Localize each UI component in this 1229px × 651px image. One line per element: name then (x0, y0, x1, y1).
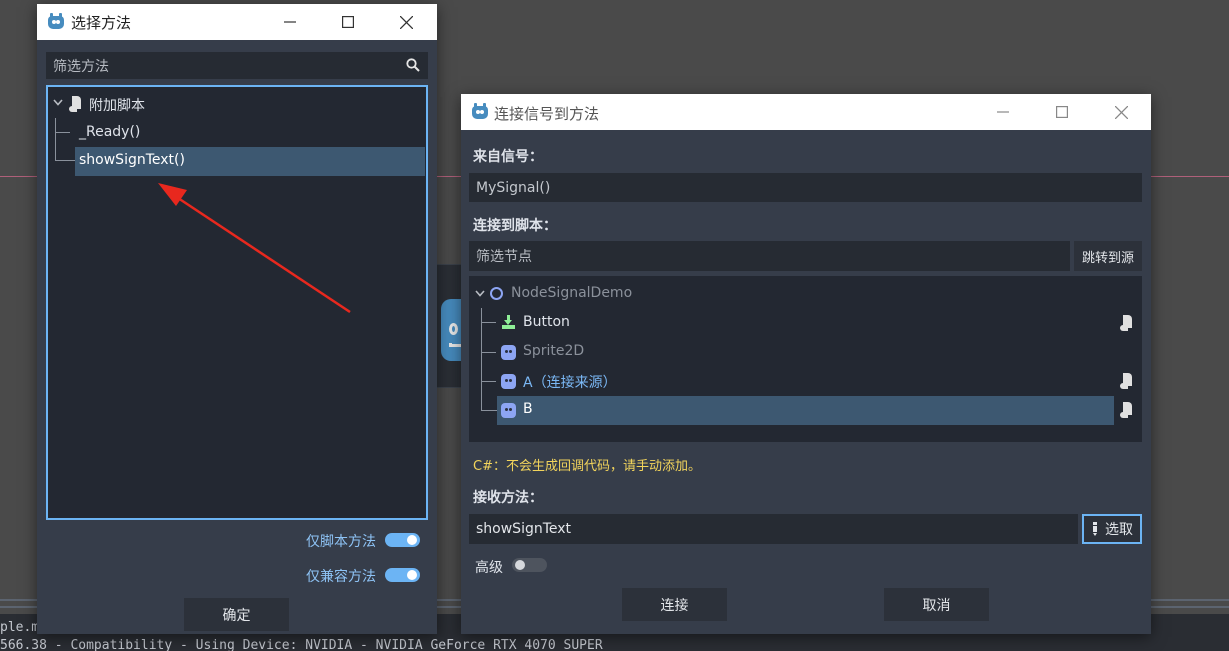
sprite2d-icon (501, 345, 516, 360)
tree-guide (481, 308, 482, 410)
node-name[interactable]: Button (523, 314, 570, 330)
node-name[interactable]: B (523, 401, 533, 417)
receiver-method-value: showSignText (476, 521, 572, 537)
maximize-button[interactable] (1039, 94, 1085, 130)
sprite2d-icon (501, 403, 516, 418)
godot-icon (471, 103, 489, 121)
goto-source-button[interactable]: 跳转到源 (1074, 241, 1142, 271)
advanced-toggle[interactable] (512, 558, 547, 572)
signal-value: MySignal() (476, 179, 551, 196)
receiver-method-input[interactable]: showSignText (469, 514, 1078, 544)
close-icon (399, 15, 413, 29)
method-tree[interactable]: 附加脚本 _Ready() showSignText() (46, 85, 428, 520)
from-signal-label: 来自信号： (473, 149, 543, 165)
node-filter-placeholder: 筛选节点 (476, 249, 532, 265)
script-icon[interactable] (1120, 373, 1134, 389)
signal-field: MySignal() (469, 173, 1142, 202)
minimize-icon (997, 111, 1009, 113)
console-line: 566.38 - Compatibility - Using Device: N… (0, 638, 603, 651)
connect-signal-titlebar[interactable]: 连接信号到方法 (461, 94, 1151, 130)
script-icon[interactable] (1120, 315, 1134, 331)
script-only-toggle[interactable] (385, 533, 420, 547)
window-title: 连接信号到方法 (494, 105, 600, 123)
minimize-button[interactable] (267, 4, 313, 40)
node-tree[interactable]: NodeSignalDemo Button Sprite2D A（连接来源） B (469, 276, 1142, 442)
minimize-button[interactable] (980, 94, 1026, 130)
maximize-button[interactable] (325, 4, 371, 40)
method-item-label: showSignText() (79, 152, 185, 168)
scene-sprite-preview (436, 264, 469, 388)
tree-guide (55, 132, 70, 133)
tree-guide (481, 352, 496, 353)
connect-to-script-label: 连接到脚本： (473, 218, 557, 234)
method-item-label: _Ready() (79, 124, 141, 140)
search-icon (406, 58, 420, 72)
method-item[interactable]: _Ready() (75, 120, 425, 147)
tree-guide (481, 381, 496, 382)
script-icon[interactable] (1120, 402, 1134, 418)
node-name[interactable]: NodeSignalDemo (511, 285, 632, 301)
close-icon (1114, 105, 1128, 119)
method-filter-input[interactable]: 筛选方法 (46, 52, 428, 79)
tree-guide (481, 410, 497, 411)
tree-root-label: 附加脚本 (89, 98, 145, 114)
node-name[interactable]: Sprite2D (523, 343, 584, 359)
node-filter-input[interactable]: 筛选节点 (469, 241, 1070, 271)
method-item-selected[interactable]: showSignText() (75, 147, 425, 176)
cancel-button[interactable]: 取消 (884, 588, 989, 621)
sprite2d-icon (501, 374, 516, 389)
maximize-icon (1056, 106, 1068, 118)
pick-method-button[interactable]: 选取 (1082, 514, 1142, 544)
connect-button[interactable]: 连接 (622, 588, 727, 621)
maximize-icon (342, 16, 354, 28)
select-method-titlebar[interactable]: 选择方法 (37, 4, 437, 40)
close-button[interactable] (1098, 94, 1144, 130)
receiver-method-label: 接收方法： (473, 490, 543, 506)
node-name-source[interactable]: A（连接来源） (523, 372, 617, 392)
window-title: 选择方法 (71, 14, 132, 32)
compatible-only-label: 仅兼容方法 (306, 569, 376, 585)
node-circle-icon (490, 287, 503, 300)
script-only-label: 仅脚本方法 (306, 534, 376, 550)
tree-guide (481, 322, 496, 323)
minimize-icon (284, 21, 296, 23)
script-icon (69, 96, 83, 112)
pick-method-label: 选取 (1105, 522, 1133, 538)
compatible-only-toggle[interactable] (385, 568, 420, 582)
advanced-label: 高级 (475, 560, 503, 576)
button-node-icon (501, 315, 516, 330)
csharp-warning: C#：不会生成回调代码，请手动添加。 (473, 459, 701, 474)
tree-guide (55, 160, 75, 161)
tree-guide (55, 118, 56, 160)
chevron-down-icon[interactable] (53, 99, 63, 107)
method-filter-placeholder: 筛选方法 (53, 58, 109, 75)
godot-icon (47, 13, 65, 31)
close-button[interactable] (383, 4, 429, 40)
ok-button[interactable]: 确定 (184, 598, 289, 631)
edit-pencil-icon (1093, 522, 1097, 536)
connect-signal-dialog: 连接信号到方法 来自信号： MySignal() 连接到脚本： 筛选节点 跳转到… (461, 94, 1151, 634)
select-method-dialog: 选择方法 筛选方法 附加脚本 _Ready() showSignText() 仅… (37, 4, 437, 634)
node-row-selected[interactable] (497, 396, 1114, 425)
chevron-down-icon[interactable] (475, 290, 485, 298)
